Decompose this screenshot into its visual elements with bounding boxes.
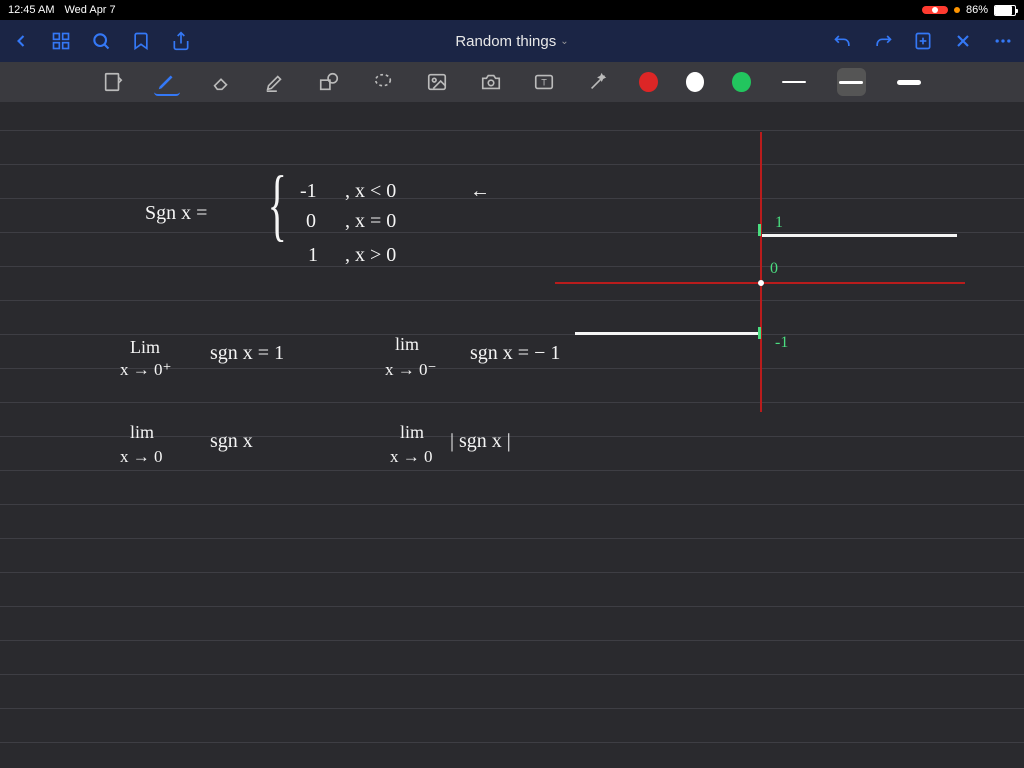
tick-1 xyxy=(758,224,761,236)
stroke-thick[interactable] xyxy=(894,68,924,96)
note-canvas[interactable]: Sgn x = { -1 , x < 0 ← 0 , x = 0 1 , x >… xyxy=(0,102,1024,768)
origin-dot xyxy=(758,280,764,286)
redo-button[interactable] xyxy=(872,30,894,52)
hw-r3a: 1 xyxy=(308,244,318,267)
graph-y-axis xyxy=(760,132,762,412)
tool-bar: T xyxy=(0,62,1024,102)
graph-pos-branch xyxy=(762,234,957,237)
color-red[interactable] xyxy=(639,72,658,92)
hw-lim3-top: lim xyxy=(130,422,154,443)
bookmark-button[interactable] xyxy=(130,30,152,52)
hw-r1b: , x < 0 xyxy=(345,180,396,203)
graph-label-1: 1 xyxy=(775,214,783,232)
status-time: 12:45 AM xyxy=(8,4,54,16)
hw-r2b: , x = 0 xyxy=(345,210,396,233)
lasso-tool[interactable] xyxy=(370,68,396,96)
tick-m1 xyxy=(758,327,761,339)
chevron-down-icon: ⌄ xyxy=(560,36,568,47)
battery-percent: 86% xyxy=(966,4,988,16)
nav-bar: Random things ⌄ xyxy=(0,20,1024,62)
color-white[interactable] xyxy=(686,72,705,92)
hw-lim1-bot: x → 0⁺ xyxy=(120,360,171,380)
text-tool[interactable]: T xyxy=(532,68,558,96)
hw-lim4-top: lim xyxy=(400,422,424,443)
hw-lim3-rhs: sgn x xyxy=(210,430,253,453)
hw-lim2-bot: x → 0⁻ xyxy=(385,360,436,380)
share-button[interactable] xyxy=(170,30,192,52)
hw-sgn-lhs: Sgn x = xyxy=(145,202,207,225)
graph-label-0: 0 xyxy=(770,260,778,278)
magic-tool[interactable] xyxy=(585,68,611,96)
hw-lim2-top: lim xyxy=(395,334,419,355)
status-bar: 12:45 AM Wed Apr 7 86% xyxy=(0,0,1024,20)
hw-r2a: 0 xyxy=(306,210,316,233)
graph-neg-branch xyxy=(575,332,760,335)
grid-view-button[interactable] xyxy=(50,30,72,52)
image-tool[interactable] xyxy=(424,68,450,96)
page-tool[interactable] xyxy=(100,68,126,96)
search-button[interactable] xyxy=(90,30,112,52)
eraser-tool[interactable] xyxy=(208,68,234,96)
hw-lim1-rhs: sgn x = 1 xyxy=(210,342,284,365)
hw-lim2-rhs: sgn x = − 1 xyxy=(470,342,560,365)
highlighter-tool[interactable] xyxy=(262,68,288,96)
hw-lim4-rhs: | sgn x | xyxy=(450,430,511,453)
hw-brace: { xyxy=(268,160,287,251)
stroke-thin[interactable] xyxy=(779,68,809,96)
undo-button[interactable] xyxy=(832,30,854,52)
pen-tool[interactable] xyxy=(154,68,180,96)
camera-tool[interactable] xyxy=(478,68,504,96)
status-date: Wed Apr 7 xyxy=(64,4,115,16)
back-button[interactable] xyxy=(10,30,32,52)
hw-lim4-bot: x → 0 xyxy=(390,447,433,467)
hw-r1c: ← xyxy=(470,180,490,203)
hw-lim3-bot: x → 0 xyxy=(120,447,163,467)
mic-indicator-icon xyxy=(954,7,960,13)
graph-label-m1: -1 xyxy=(775,334,788,352)
shapes-tool[interactable] xyxy=(316,68,342,96)
add-page-button[interactable] xyxy=(912,30,934,52)
recording-indicator[interactable] xyxy=(922,6,948,14)
close-button[interactable] xyxy=(952,30,974,52)
more-button[interactable] xyxy=(992,30,1014,52)
svg-text:T: T xyxy=(542,78,548,88)
hw-r3b: , x > 0 xyxy=(345,244,396,267)
stroke-medium[interactable] xyxy=(837,68,867,96)
battery-icon xyxy=(994,5,1016,16)
color-green[interactable] xyxy=(732,72,751,92)
document-title[interactable]: Random things ⌄ xyxy=(455,33,568,50)
hw-r1a: -1 xyxy=(300,180,317,203)
hw-lim1-top: Lim xyxy=(130,337,160,358)
